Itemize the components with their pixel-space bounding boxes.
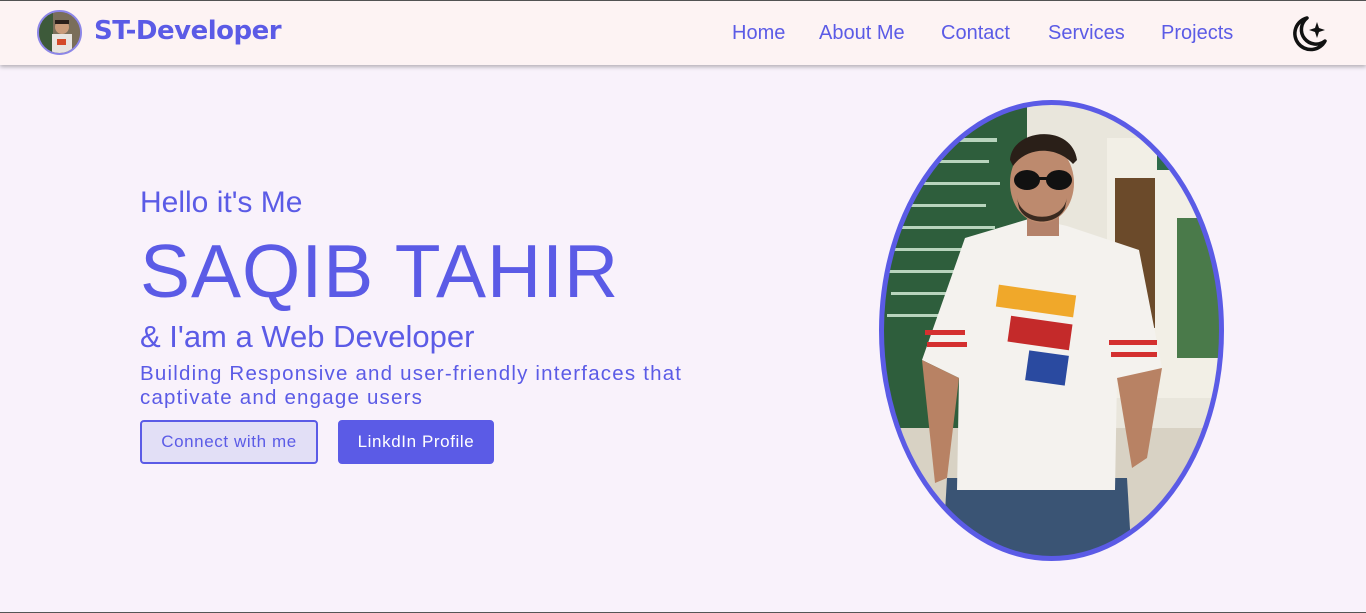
brand-name[interactable]: ST-Developer <box>94 16 282 46</box>
nav-link-projects[interactable]: Projects <box>1161 22 1233 45</box>
linkedin-profile-button[interactable]: LinkdIn Profile <box>338 420 494 464</box>
navbar: ST-Developer Home About Me Contact Servi… <box>0 1 1366 65</box>
profile-photo <box>877 98 1226 563</box>
nav-link-contact[interactable]: Contact <box>941 22 1010 45</box>
profile-photo-image <box>879 100 1224 561</box>
hero-role: & I'am a Web Developer <box>140 319 475 354</box>
theme-toggle-button[interactable] <box>1287 13 1331 57</box>
brand-avatar[interactable] <box>37 10 82 55</box>
avatar-photo <box>39 12 80 53</box>
nav-link-about-me[interactable]: About Me <box>819 22 905 45</box>
hero-greeting: Hello it's Me <box>140 186 303 219</box>
nav-link-services[interactable]: Services <box>1048 22 1125 45</box>
moon-star-icon <box>1293 16 1327 52</box>
hero-name: SAQIB TAHIR <box>140 229 620 313</box>
nav-link-home[interactable]: Home <box>732 22 785 45</box>
connect-button[interactable]: Connect with me <box>140 420 318 464</box>
hero-tagline: Building Responsive and user-friendly in… <box>140 362 683 409</box>
